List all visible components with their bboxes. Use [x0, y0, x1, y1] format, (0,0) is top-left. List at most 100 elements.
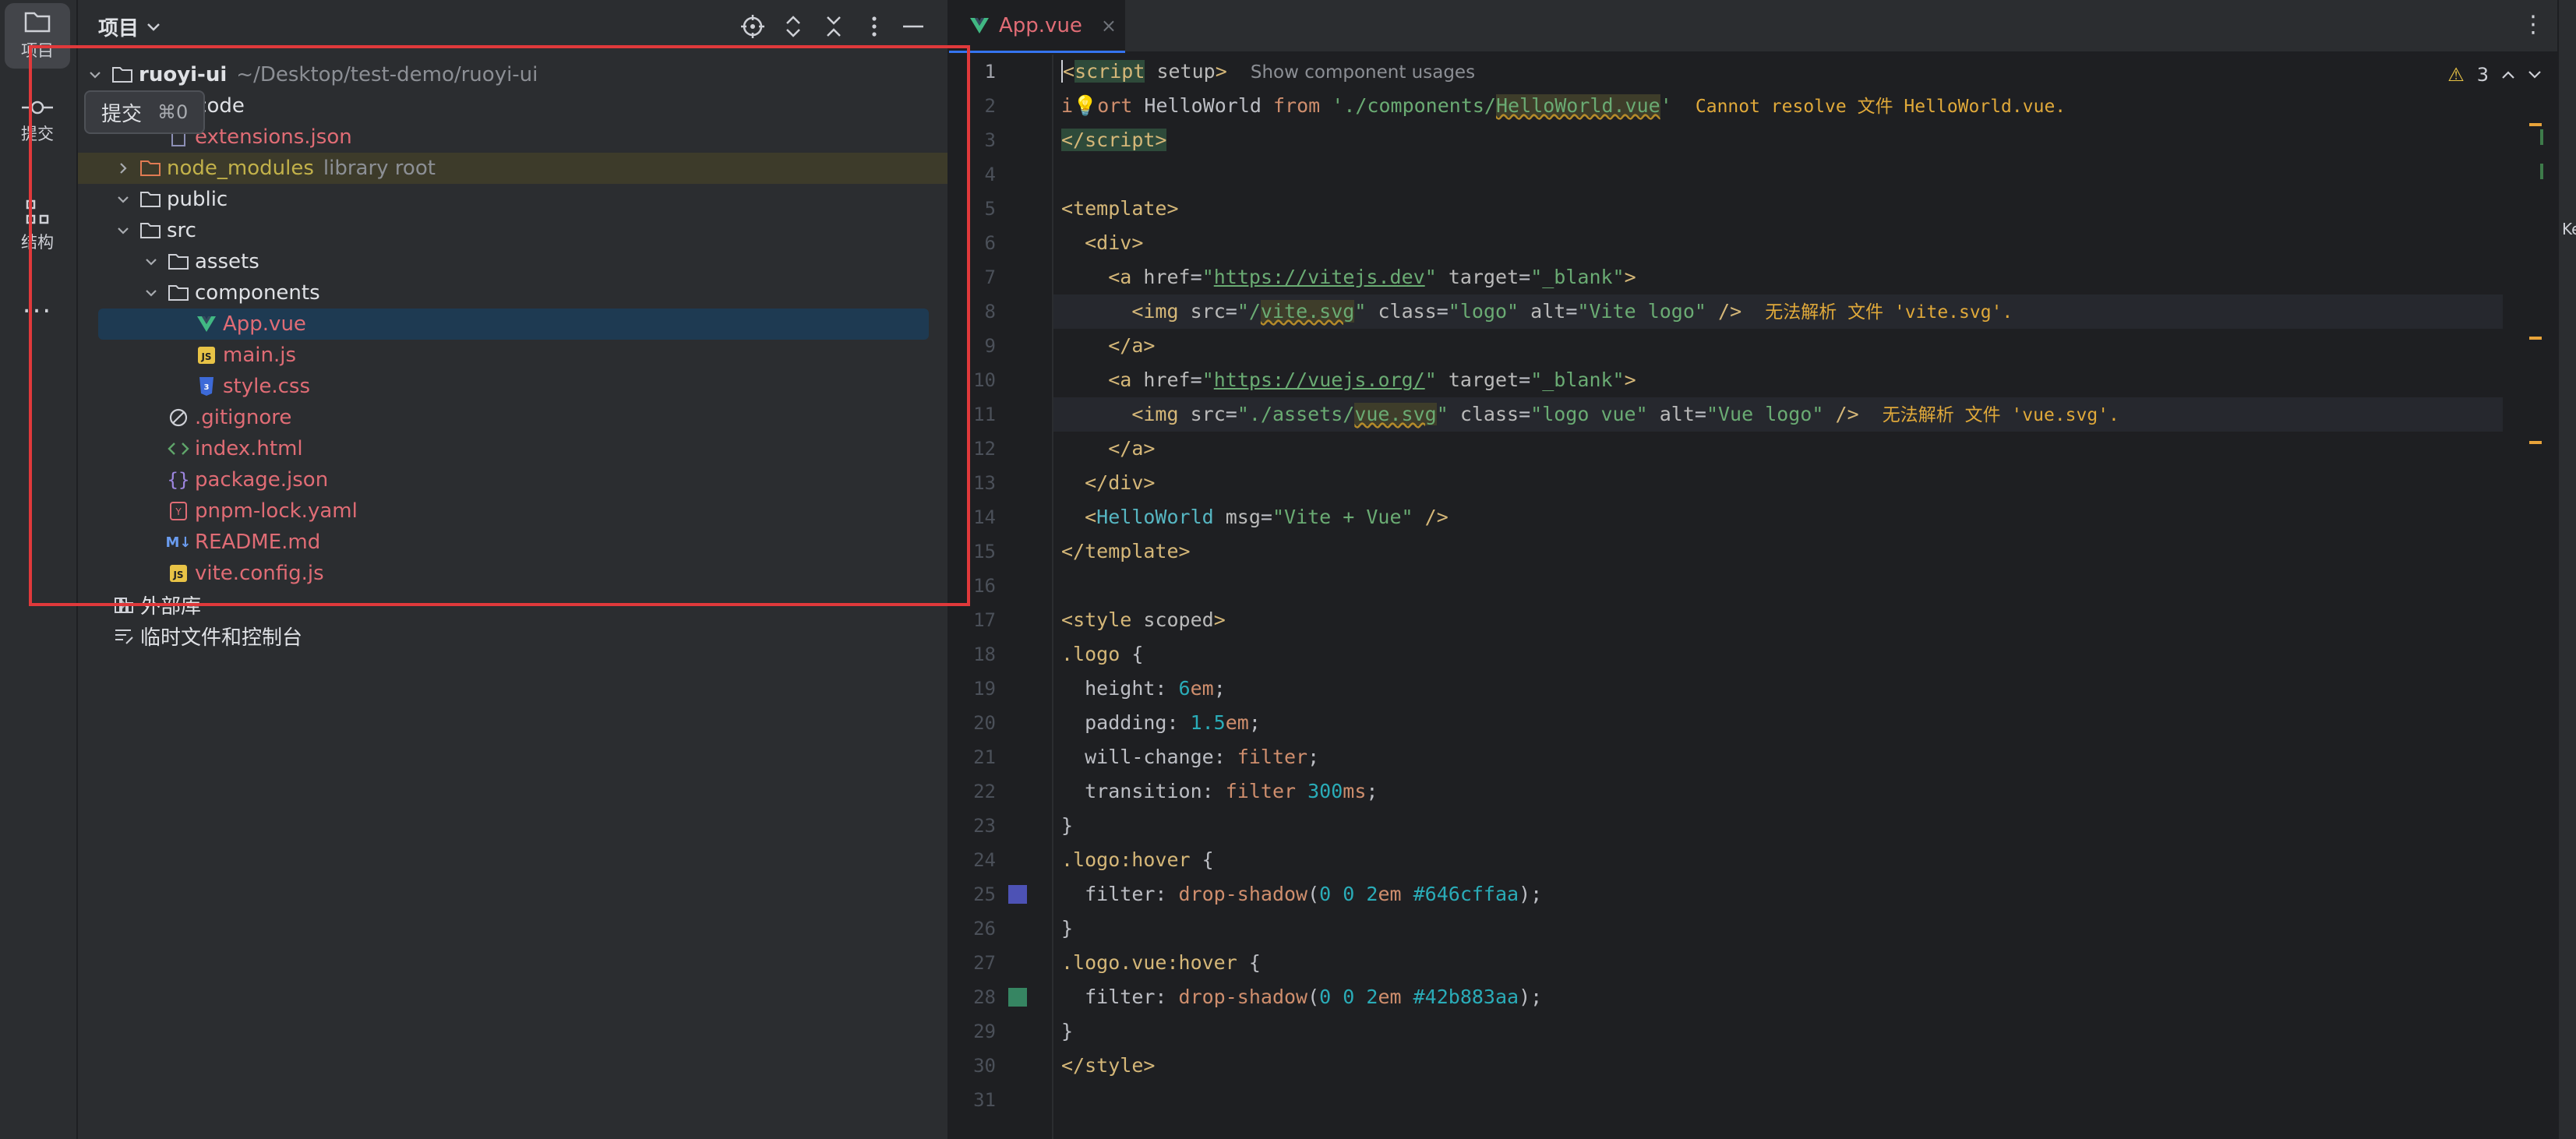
- line-number[interactable]: 12: [949, 432, 996, 466]
- tree-item-label: index.html: [195, 437, 303, 460]
- tab-app-vue[interactable]: App.vue ×: [949, 0, 1125, 53]
- tree-item-external-libraries[interactable]: 外部库: [78, 589, 947, 620]
- line-number[interactable]: 27: [949, 946, 996, 980]
- line-number[interactable]: 15: [949, 534, 996, 569]
- inspections-widget[interactable]: ⚠ 3: [2447, 64, 2542, 86]
- library-icon: [112, 589, 136, 620]
- line-number[interactable]: 29: [949, 1014, 996, 1049]
- crosshair-icon: [741, 15, 764, 38]
- panel-options-button[interactable]: [860, 12, 888, 41]
- color-swatch-icon[interactable]: [1008, 988, 1027, 1007]
- error-stripe[interactable]: [2529, 55, 2545, 1139]
- locate-file-button[interactable]: [739, 12, 767, 41]
- line-number[interactable]: 1: [949, 55, 996, 89]
- previous-highlight-icon[interactable]: [2501, 70, 2515, 79]
- line-number[interactable]: 19: [949, 672, 996, 706]
- tree-item-src[interactable]: src: [78, 215, 947, 246]
- commit-tool-button[interactable]: 提交: [5, 89, 70, 154]
- tree-item-components[interactable]: components: [78, 277, 947, 309]
- collapse-all-button[interactable]: [820, 12, 848, 41]
- change-mark: [2540, 164, 2543, 179]
- tree-item-main-js[interactable]: JS main.js: [78, 340, 947, 371]
- line-number[interactable]: 2: [949, 89, 996, 123]
- line-number[interactable]: 8: [949, 294, 996, 329]
- tree-item-node-modules[interactable]: node_modules library root: [78, 153, 947, 184]
- line-number[interactable]: 6: [949, 226, 996, 260]
- line-number[interactable]: 26: [949, 912, 996, 946]
- tree-item-public[interactable]: public: [78, 184, 947, 215]
- right-stripe-label[interactable]: Ke: [2562, 220, 2576, 238]
- line-number[interactable]: 14: [949, 500, 996, 534]
- line-number[interactable]: 18: [949, 637, 996, 672]
- resolve-error-hint: 无法解析 文件 'vue.svg'.: [1882, 405, 2119, 425]
- code-area[interactable]: <script setup> Show component usages i💡o…: [1053, 55, 2503, 1139]
- tree-item-index-html[interactable]: index.html: [78, 433, 947, 464]
- markdown-file-icon: M↓: [165, 534, 192, 551]
- tree-item-scratches[interactable]: 临时文件和控制台: [78, 620, 947, 651]
- line-number[interactable]: 24: [949, 843, 996, 877]
- line-number[interactable]: 11: [949, 397, 996, 432]
- code-line-28: filter: drop-shadow(0 0 2em #42b883aa);: [1085, 986, 1543, 1008]
- gitignore-file-icon: [167, 402, 190, 433]
- chevron-down-icon[interactable]: [84, 59, 106, 90]
- tree-item-vite-config[interactable]: JS vite.config.js: [78, 558, 947, 589]
- line-number[interactable]: 30: [949, 1049, 996, 1083]
- line-number[interactable]: 31: [949, 1083, 996, 1117]
- expand-all-button[interactable]: [779, 12, 807, 41]
- expand-all-icon: [786, 16, 800, 37]
- line-number[interactable]: 9: [949, 329, 996, 363]
- color-swatch-icon[interactable]: [1008, 885, 1027, 904]
- tree-item-ruoyi-ui[interactable]: ruoyi-ui ~/Desktop/test-demo/ruoyi-ui: [78, 59, 947, 90]
- chevron-down-icon[interactable]: [140, 277, 162, 309]
- tree-item-vscode[interactable]: .vscode: [78, 90, 947, 122]
- tree-item-gitignore[interactable]: .gitignore: [78, 402, 947, 433]
- line-number[interactable]: 4: [949, 157, 996, 192]
- editor-gutter: 1 2 3 4 5 6 7 8 9 10 11 12 13 14 15 16 17 18 19 20 21 22 23 24 2…: [949, 55, 1053, 1139]
- line-number[interactable]: 3: [949, 123, 996, 157]
- tree-item-assets[interactable]: assets: [78, 246, 947, 277]
- tree-item-style-css[interactable]: 3 style.css: [78, 371, 947, 402]
- chevron-down-icon[interactable]: [112, 184, 134, 215]
- more-tools-button[interactable]: ...: [5, 273, 70, 335]
- chevron-down-icon[interactable]: [112, 215, 134, 246]
- chevron-down-icon[interactable]: [140, 246, 162, 277]
- line-number[interactable]: 22: [949, 774, 996, 809]
- line-number[interactable]: 10: [949, 363, 996, 397]
- line-number[interactable]: 28: [949, 980, 996, 1014]
- code-line-6: <div>: [1085, 231, 1144, 254]
- code-line-10: <a href="https://vuejs.org/" target="_bl…: [1108, 368, 1636, 391]
- code-line-3: </script>: [1061, 129, 1167, 151]
- close-icon[interactable]: ×: [1101, 15, 1117, 37]
- project-tool-button[interactable]: 项目: [5, 3, 70, 69]
- project-view-selector[interactable]: 项目: [98, 12, 161, 41]
- component-usages-hint[interactable]: Show component usages: [1251, 62, 1475, 83]
- line-number[interactable]: 16: [949, 569, 996, 603]
- warning-mark[interactable]: [2529, 123, 2542, 126]
- chevron-right-icon[interactable]: [112, 153, 134, 184]
- tree-item-pnpm-lock[interactable]: Y pnpm-lock.yaml: [78, 495, 947, 527]
- yaml-file-icon: Y: [167, 495, 190, 527]
- vertical-dots-icon[interactable]: ⋮: [2521, 11, 2545, 38]
- tree-item-app-vue[interactable]: App.vue: [78, 309, 947, 340]
- folder-icon: [139, 215, 162, 246]
- structure-tool-label: 结构: [21, 233, 54, 252]
- right-tool-stripe: Ke: [2557, 0, 2576, 1139]
- line-number[interactable]: 21: [949, 740, 996, 774]
- structure-tool-button[interactable]: 结构: [5, 193, 70, 259]
- hide-panel-button[interactable]: [899, 12, 927, 41]
- warning-mark[interactable]: [2529, 337, 2542, 340]
- line-number[interactable]: 7: [949, 260, 996, 294]
- line-number[interactable]: 25: [949, 877, 996, 912]
- line-number[interactable]: 5: [949, 192, 996, 226]
- warning-mark[interactable]: [2529, 441, 2542, 444]
- line-number[interactable]: 13: [949, 466, 996, 500]
- editor-area: App.vue × ⋮ 1 2 3 4 5 6 7 8 9 10 11 12 13 14 15 16 17 18 1…: [949, 0, 2576, 1139]
- tree-item-readme[interactable]: M↓ README.md: [78, 527, 947, 558]
- tree-item-extensions-json[interactable]: extensions.json: [78, 122, 947, 153]
- line-number[interactable]: 20: [949, 706, 996, 740]
- folder-icon: [167, 277, 190, 309]
- line-number[interactable]: 23: [949, 809, 996, 843]
- tree-item-package-json[interactable]: {} package.json: [78, 464, 947, 495]
- code-line-25: filter: drop-shadow(0 0 2em #646cffaa);: [1085, 883, 1543, 905]
- line-number[interactable]: 17: [949, 603, 996, 637]
